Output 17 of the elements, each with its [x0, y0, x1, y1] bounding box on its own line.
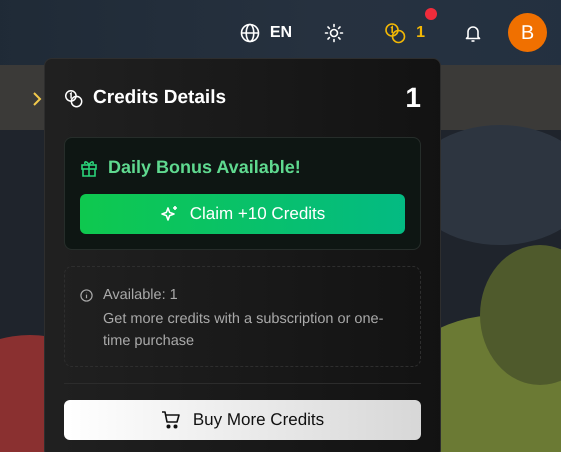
- coins-icon: [64, 88, 83, 108]
- language-label[interactable]: EN: [270, 20, 292, 44]
- available-credits: Available: 1: [103, 286, 179, 305]
- gift-icon: [80, 158, 98, 176]
- cart-icon: [160, 410, 181, 430]
- chevron-right-icon[interactable]: [32, 92, 42, 106]
- credit-count[interactable]: 1: [416, 20, 425, 44]
- sparkle-icon: [160, 204, 180, 224]
- sun-icon[interactable]: [324, 22, 344, 42]
- bonus-title: Daily Bonus Available!: [108, 156, 301, 179]
- credit-balance: 1: [405, 84, 421, 112]
- coins-icon[interactable]: [384, 22, 406, 44]
- info-description: Get more credits with a subscription or one-time purchase: [103, 310, 384, 351]
- globe-icon[interactable]: [240, 22, 260, 42]
- panel-title: Credits Details: [93, 86, 226, 110]
- info-icon: [80, 289, 93, 302]
- buy-credits-button[interactable]: Buy More Credits: [64, 400, 421, 440]
